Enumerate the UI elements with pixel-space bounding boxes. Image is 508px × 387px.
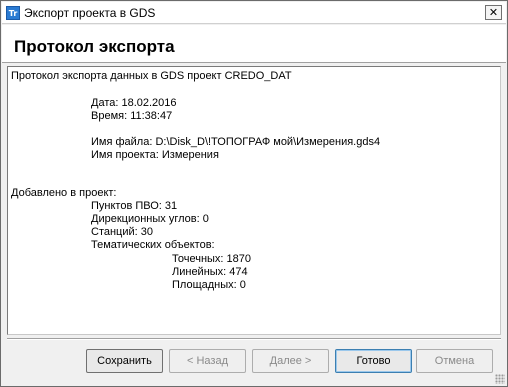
log-thematic-objects: Тематических объектов: <box>91 239 215 251</box>
log-added-title: Добавлено в проект: <box>11 187 117 199</box>
save-button[interactable]: Сохранить <box>86 349 163 373</box>
next-button[interactable]: Далее > <box>252 349 329 373</box>
log-date: Дата: 18.02.2016 <box>91 97 177 109</box>
log-pvo-points: Пунктов ПВО: 31 <box>91 200 178 212</box>
window-title: Экспорт проекта в GDS <box>24 6 156 20</box>
export-dialog-window: Tr Экспорт проекта в GDS ✕ Протокол эксп… <box>0 0 508 387</box>
log-direction-angles: Дирекционных углов: 0 <box>91 213 209 225</box>
log-area-objects: Площадных: 0 <box>172 279 246 291</box>
resize-grip-icon[interactable] <box>495 374 505 384</box>
log-file-name: Имя файла: D:\Disk_D\!ТОПОГРАФ мой\Измер… <box>91 136 381 148</box>
close-icon: ✕ <box>488 6 499 19</box>
done-button[interactable]: Готово <box>335 349 412 373</box>
wizard-header: Протокол экспорта <box>2 25 506 63</box>
log-point-objects: Точечных: 1870 <box>172 253 252 265</box>
log-stations: Станций: 30 <box>91 226 153 238</box>
close-button[interactable]: ✕ <box>485 5 502 20</box>
button-divider <box>7 338 501 340</box>
log-heading: Протокол экспорта данных в GDS проект CR… <box>11 70 292 82</box>
back-button[interactable]: < Назад <box>169 349 246 373</box>
title-bar[interactable]: Tr Экспорт проекта в GDS ✕ <box>2 2 506 24</box>
log-project-name: Имя проекта: Измерения <box>91 149 219 161</box>
log-linear-objects: Линейных: 474 <box>172 266 248 278</box>
app-icon: Tr <box>6 6 20 20</box>
log-time: Время: 11:38:47 <box>91 110 173 122</box>
export-log-textarea[interactable]: Протокол экспорта данных в GDS проект CR… <box>7 66 501 335</box>
page-title: Протокол экспорта <box>14 37 175 56</box>
cancel-button[interactable]: Отмена <box>416 349 493 373</box>
